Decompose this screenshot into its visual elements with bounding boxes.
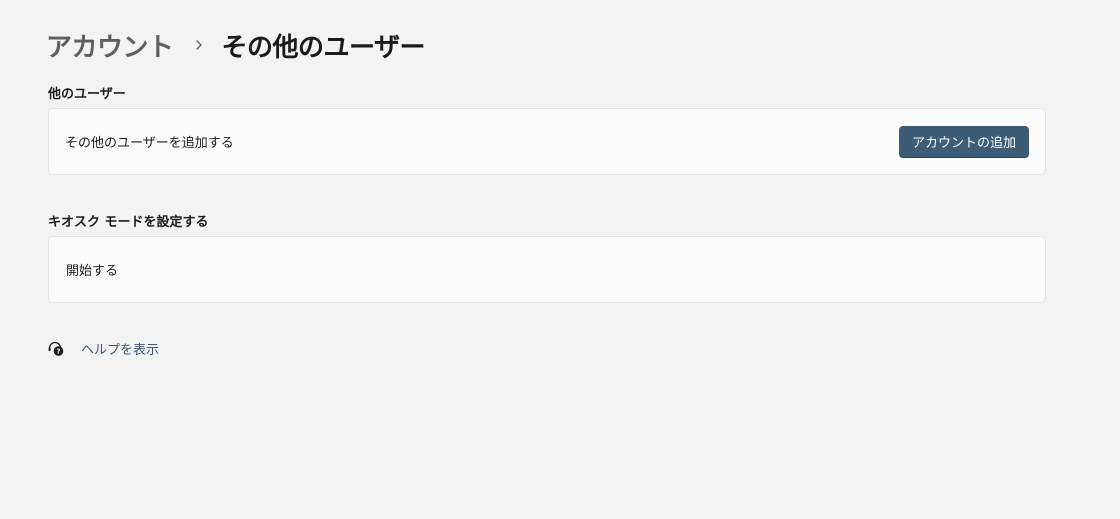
kiosk-start-card[interactable]: 開始する bbox=[48, 236, 1046, 303]
add-account-button[interactable]: アカウントの追加 bbox=[899, 125, 1029, 158]
kiosk-section-title: キオスク モードを設定する bbox=[48, 215, 209, 230]
add-other-user-label: その他のユーザーを追加する bbox=[65, 136, 234, 151]
add-other-user-card: その他のユーザーを追加する アカウントの追加 bbox=[48, 108, 1046, 175]
help-headset-icon: ? bbox=[47, 339, 65, 357]
breadcrumb-accounts-link[interactable]: アカウント bbox=[46, 27, 174, 64]
get-help-link[interactable]: ? ヘルプを表示 bbox=[47, 337, 159, 359]
get-help-label: ヘルプを表示 bbox=[81, 342, 160, 358]
kiosk-start-label: 開始する bbox=[66, 264, 119, 279]
svg-text:?: ? bbox=[56, 348, 60, 356]
breadcrumb: アカウント その他のユーザー bbox=[46, 26, 426, 64]
page-title: その他のユーザー bbox=[221, 32, 426, 63]
settings-page: アカウント その他のユーザー 他のユーザー その他のユーザーを追加する アカウン… bbox=[0, 0, 1120, 519]
other-users-section-title: 他のユーザー bbox=[48, 87, 126, 102]
chevron-right-icon bbox=[194, 35, 204, 55]
